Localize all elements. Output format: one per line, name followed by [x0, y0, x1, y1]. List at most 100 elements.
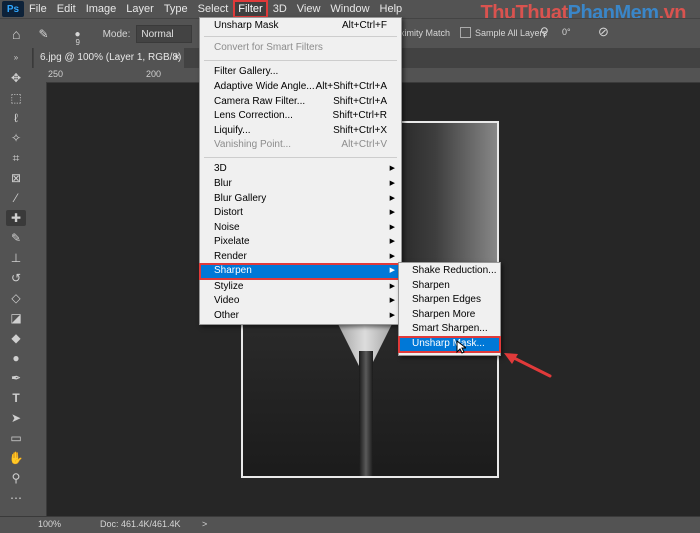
menu-item-sharpen-basic[interactable]: Sharpen	[399, 279, 500, 293]
menu-item-render[interactable]: Render ▶	[200, 250, 401, 264]
ruler-tick-label: 200	[146, 69, 162, 79]
eraser-tool-icon[interactable]: ◇	[6, 290, 26, 306]
menu-item-distort[interactable]: Distort ▶	[200, 206, 401, 220]
dodge-tool-icon[interactable]: ●	[6, 350, 26, 366]
image-region	[359, 351, 373, 476]
menu-item-lens-correction[interactable]: Lens Correction... Shift+Ctrl+R	[200, 109, 401, 123]
menu-item-stylize[interactable]: Stylize ▶	[200, 280, 401, 294]
menu-item-sharpen[interactable]: Sharpen ▶	[199, 263, 402, 280]
menu-divider	[204, 36, 397, 37]
menu-item-blur[interactable]: Blur ▶	[200, 177, 401, 191]
menu-item-sharpen-edges[interactable]: Sharpen Edges	[399, 293, 500, 307]
menu-item-pixelate[interactable]: Pixelate ▶	[200, 235, 401, 249]
sample-all-layers-option[interactable]: Sample All Layers	[460, 27, 547, 38]
document-tab[interactable]: 6.jpg @ 100% (Layer 1, RGB/8) * ×	[34, 48, 184, 83]
rectangle-tool-icon[interactable]: ▭	[6, 430, 26, 446]
photoshop-logo: Ps	[2, 1, 24, 17]
healing-brush-tool-icon[interactable]: ✚	[6, 210, 26, 226]
menu-image[interactable]: Image	[81, 0, 122, 18]
submenu-arrow-icon: ▶	[389, 283, 395, 290]
menu-item-unsharp-mask[interactable]: Unsharp Mask...	[398, 336, 501, 353]
pressure-icon[interactable]: ⚲	[540, 25, 549, 39]
quick-select-tool-icon[interactable]: ✧	[6, 130, 26, 146]
frame-tool-icon[interactable]: ⊠	[6, 170, 26, 186]
clone-stamp-tool-icon[interactable]: ⊥	[6, 250, 26, 266]
submenu-arrow-icon: ▶	[389, 267, 395, 274]
menu-file[interactable]: File	[24, 0, 52, 18]
mode-select[interactable]: Normal	[136, 25, 193, 43]
vertical-ruler[interactable]	[32, 82, 47, 516]
status-bar: 100% Doc: 461.4K/461.4K >	[0, 516, 700, 533]
submenu-arrow-icon: ▶	[389, 238, 395, 245]
home-icon[interactable]: ⌂	[12, 26, 20, 42]
ruler-corner	[32, 68, 46, 82]
menu-bar: Ps File Edit Image Layer Type Select Fil…	[0, 0, 700, 24]
menu-item-3d[interactable]: 3D ▶	[200, 162, 401, 176]
menu-select[interactable]: Select	[193, 0, 234, 18]
menu-filter[interactable]: Filter	[233, 0, 268, 18]
pen-tool-icon[interactable]: ✒	[6, 370, 26, 386]
menu-divider	[204, 60, 397, 61]
menu-item-convert-smart-filters[interactable]: Convert for Smart Filters	[200, 41, 401, 55]
status-menu-arrow-icon[interactable]: >	[202, 519, 207, 529]
menu-view[interactable]: View	[292, 0, 326, 18]
eyedropper-tool-icon[interactable]: ⁄	[6, 190, 26, 206]
angle-value[interactable]: 0°	[562, 27, 571, 37]
filter-menu: Unsharp Mask Alt+Ctrl+F Convert for Smar…	[199, 17, 402, 325]
submenu-arrow-icon: ▶	[389, 165, 395, 172]
marquee-tool-icon[interactable]: ⬚	[6, 90, 26, 106]
submenu-arrow-icon: ▶	[389, 209, 395, 216]
path-selection-tool-icon[interactable]: ➤	[6, 410, 26, 426]
collapse-icon[interactable]: »	[6, 50, 26, 66]
menu-item-unsharp-mask-last[interactable]: Unsharp Mask Alt+Ctrl+F	[200, 19, 401, 33]
submenu-arrow-icon: ▶	[389, 224, 395, 231]
menu-item-camera-raw-filter[interactable]: Camera Raw Filter... Shift+Ctrl+A	[200, 95, 401, 109]
menu-item-liquify[interactable]: Liquify... Shift+Ctrl+X	[200, 124, 401, 138]
menu-window[interactable]: Window	[325, 0, 374, 18]
healing-brush-icon[interactable]: ✎	[38, 27, 48, 41]
crop-tool-icon[interactable]: ⌗	[6, 150, 26, 166]
proximity-match-option[interactable]: ximity Match	[400, 28, 450, 38]
lasso-tool-icon[interactable]: ℓ	[6, 110, 26, 126]
document-size: Doc: 461.4K/461.4K	[100, 519, 181, 529]
menu-help[interactable]: Help	[375, 0, 408, 18]
menu-edit[interactable]: Edit	[52, 0, 81, 18]
menu-divider	[204, 157, 397, 158]
hand-tool-icon[interactable]: ✋	[6, 450, 26, 466]
menu-layer[interactable]: Layer	[121, 0, 159, 18]
type-tool-icon[interactable]: T	[6, 390, 26, 406]
submenu-arrow-icon: ▶	[389, 253, 395, 260]
submenu-arrow-icon: ▶	[389, 180, 395, 187]
move-tool-icon[interactable]: ✥	[6, 70, 26, 86]
menu-item-other[interactable]: Other ▶	[200, 309, 401, 323]
zoom-tool-icon[interactable]: ⚲	[6, 470, 26, 486]
zoom-level[interactable]: 100%	[38, 519, 61, 529]
menu-item-smart-sharpen[interactable]: Smart Sharpen...	[399, 322, 500, 336]
sample-all-layers-checkbox[interactable]	[460, 27, 471, 38]
tools-panel: » ✥ ⬚ ℓ ✧ ⌗ ⊠ ⁄ ✚ ✎ ⊥ ↺ ◇ ◪ ◆ ● ✒ T ➤ ▭ …	[0, 48, 33, 516]
mode-label: Mode:	[102, 28, 131, 40]
menu-3d[interactable]: 3D	[268, 0, 292, 18]
menu-item-adaptive-wide-angle[interactable]: Adaptive Wide Angle... Alt+Shift+Ctrl+A	[200, 80, 401, 94]
menu-item-sharpen-more[interactable]: Sharpen More	[399, 308, 500, 322]
pressure-size-icon[interactable]: ⊘	[598, 24, 609, 40]
close-icon[interactable]: ×	[174, 48, 180, 68]
menu-item-noise[interactable]: Noise ▶	[200, 221, 401, 235]
submenu-arrow-icon: ▶	[389, 297, 395, 304]
menu-type[interactable]: Type	[159, 0, 193, 18]
sample-all-layers-label: Sample All Layers	[475, 27, 548, 38]
submenu-arrow-icon: ▶	[389, 312, 395, 319]
submenu-arrow-icon: ▶	[389, 195, 395, 202]
sharpen-submenu: Shake Reduction... Sharpen Sharpen Edges…	[398, 262, 501, 356]
more-tools-icon[interactable]: ⋯	[6, 490, 26, 506]
blur-tool-icon[interactable]: ◆	[6, 330, 26, 346]
history-brush-tool-icon[interactable]: ↺	[6, 270, 26, 286]
menu-item-filter-gallery[interactable]: Filter Gallery...	[200, 65, 401, 79]
brush-size-picker[interactable]: ● 9	[75, 28, 81, 47]
brush-tool-icon[interactable]: ✎	[6, 230, 26, 246]
menu-item-vanishing-point[interactable]: Vanishing Point... Alt+Ctrl+V	[200, 138, 401, 152]
paint-bucket-tool-icon[interactable]: ◪	[6, 310, 26, 326]
menu-item-shake-reduction[interactable]: Shake Reduction...	[399, 264, 500, 278]
menu-item-video[interactable]: Video ▶	[200, 294, 401, 308]
menu-item-blur-gallery[interactable]: Blur Gallery ▶	[200, 192, 401, 206]
